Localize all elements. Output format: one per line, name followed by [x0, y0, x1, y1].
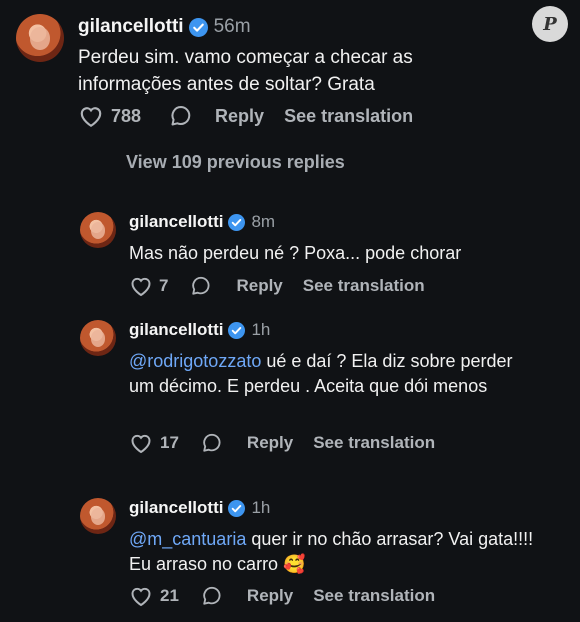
like-count: 17 — [160, 433, 179, 452]
verified-badge-icon — [228, 213, 246, 231]
verified-badge-icon — [188, 17, 208, 37]
smiling-face-with-hearts-icon: 🥰 — [283, 554, 306, 576]
username[interactable]: gilancellotti — [129, 498, 223, 518]
avatar[interactable] — [80, 498, 116, 534]
timestamp: 1h — [251, 498, 271, 517]
avatar[interactable] — [80, 212, 116, 248]
purepeople-logo: P — [532, 6, 568, 42]
like-heart-icon[interactable] — [129, 585, 153, 607]
username[interactable]: gilancellotti — [129, 320, 223, 340]
see-translation-button[interactable]: See translation — [313, 586, 435, 606]
see-translation-button[interactable]: See translation — [303, 276, 425, 296]
verified-badge-icon — [228, 321, 246, 339]
reply-button[interactable]: Reply — [247, 433, 293, 453]
like-heart-icon[interactable] — [129, 275, 153, 297]
comment-text: @rodrigotozzato ué e daí ? Ela diz sobre… — [129, 351, 513, 397]
like-count: 21 — [160, 586, 179, 605]
comment-text: Perdeu sim. vamo começar a checar as inf… — [78, 47, 413, 95]
like-heart-icon[interactable] — [129, 432, 153, 454]
reply-button[interactable]: Reply — [236, 276, 282, 296]
see-translation-button[interactable]: See translation — [313, 433, 435, 453]
username[interactable]: gilancellotti — [129, 212, 223, 232]
like-count: 788 — [111, 105, 142, 126]
timestamp: 8m — [251, 212, 276, 231]
timestamp: 56m — [213, 16, 251, 37]
like-heart-icon[interactable] — [78, 104, 104, 128]
avatar[interactable] — [80, 320, 116, 356]
reply-button[interactable]: Reply — [247, 586, 293, 606]
mention-link[interactable]: @rodrigotozzato — [129, 351, 261, 371]
reply-bubble-icon[interactable] — [201, 432, 223, 454]
comment-text: Mas não perdeu né ? Poxa... pode chorar — [129, 243, 462, 263]
like-count: 7 — [159, 276, 169, 295]
username[interactable]: gilancellotti — [78, 16, 184, 38]
view-previous-replies-button[interactable]: View 109 previous replies — [126, 152, 345, 173]
avatar[interactable] — [16, 14, 64, 62]
mention-link[interactable]: @m_cantuaria — [129, 529, 246, 549]
reply-button[interactable]: Reply — [215, 106, 264, 127]
timestamp: 1h — [251, 320, 271, 339]
reply-bubble-icon[interactable] — [169, 104, 193, 128]
see-translation-button[interactable]: See translation — [284, 106, 413, 127]
comment-text: @m_cantuaria quer ir no chão arrasar? Va… — [129, 529, 534, 576]
reply-bubble-icon[interactable] — [190, 275, 212, 297]
reply-bubble-icon[interactable] — [201, 585, 223, 607]
verified-badge-icon — [228, 499, 246, 517]
